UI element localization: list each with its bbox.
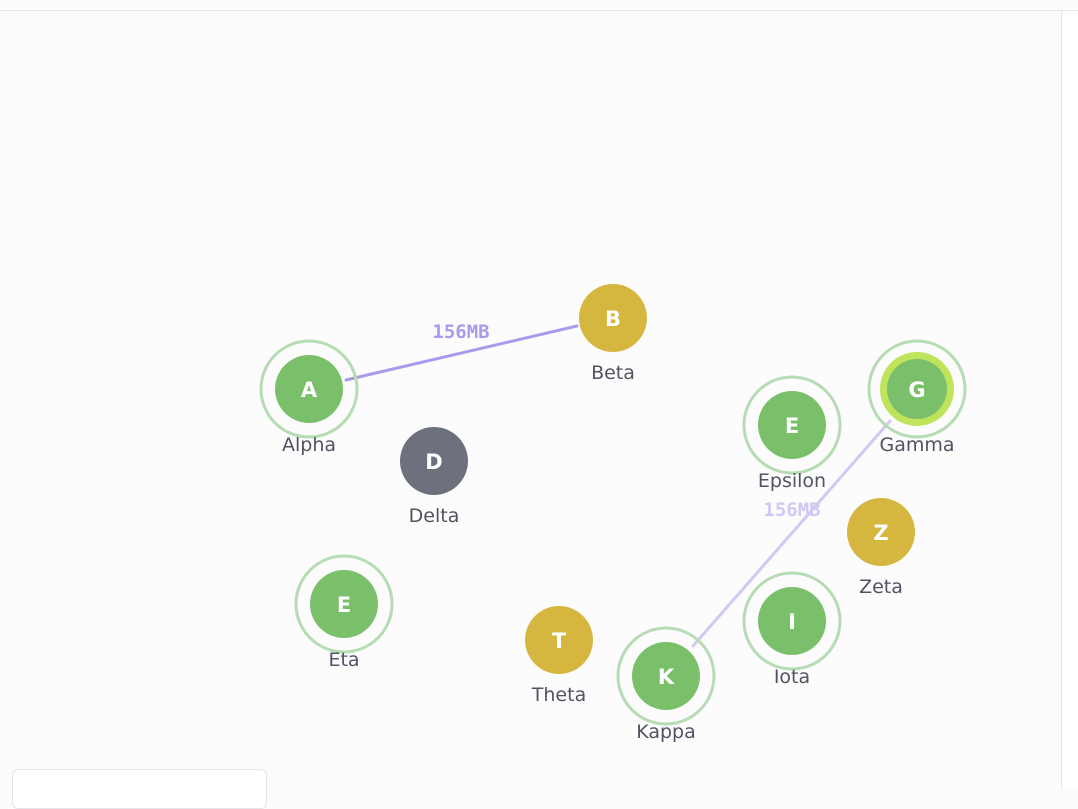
node-alpha[interactable]: A Alpha <box>259 339 359 456</box>
node-epsilon[interactable]: E Epsilon <box>742 375 842 492</box>
edge-alpha-beta[interactable]: 156MB <box>344 321 579 382</box>
node-beta[interactable]: B Beta <box>579 284 647 384</box>
node-label: Kappa <box>636 721 696 743</box>
node-label: Beta <box>591 362 635 384</box>
network-graph[interactable]: 156MB 156MB A Alpha B Beta G Gamma D Delta E Epsil… <box>0 0 1060 790</box>
node-label: Delta <box>409 505 460 527</box>
edge-label: 156MB <box>763 499 820 521</box>
node-gamma[interactable]: G Gamma <box>867 339 967 456</box>
nodes-layer: A Alpha B Beta G Gamma D Delta E Epsilon Z Zeta E Eta… <box>259 284 967 743</box>
node-initial: D <box>425 450 442 474</box>
edge-label: 156MB <box>432 321 489 343</box>
node-initial: G <box>908 378 925 402</box>
node-initial: I <box>788 610 796 634</box>
right-panel-edge <box>1061 11 1078 790</box>
node-initial: Z <box>873 521 888 545</box>
node-delta[interactable]: D Delta <box>400 427 468 527</box>
node-initial: K <box>658 665 675 689</box>
node-theta[interactable]: T Theta <box>525 606 593 706</box>
node-label: Gamma <box>879 434 954 456</box>
node-initial: E <box>785 414 799 438</box>
node-label: Theta <box>531 684 586 706</box>
node-initial: A <box>301 378 318 402</box>
node-label: Iota <box>774 666 810 688</box>
bottom-left-panel <box>12 769 267 809</box>
node-initial: T <box>552 629 567 653</box>
node-zeta[interactable]: Z Zeta <box>847 498 915 598</box>
node-label: Alpha <box>282 434 336 456</box>
node-eta[interactable]: E Eta <box>294 554 394 671</box>
node-initial: B <box>605 307 621 331</box>
node-iota[interactable]: I Iota <box>742 571 842 688</box>
node-label: Eta <box>328 649 359 671</box>
node-label: Epsilon <box>758 470 826 492</box>
node-kappa[interactable]: K Kappa <box>616 626 716 743</box>
node-label: Zeta <box>859 576 903 598</box>
node-initial: E <box>337 593 351 617</box>
